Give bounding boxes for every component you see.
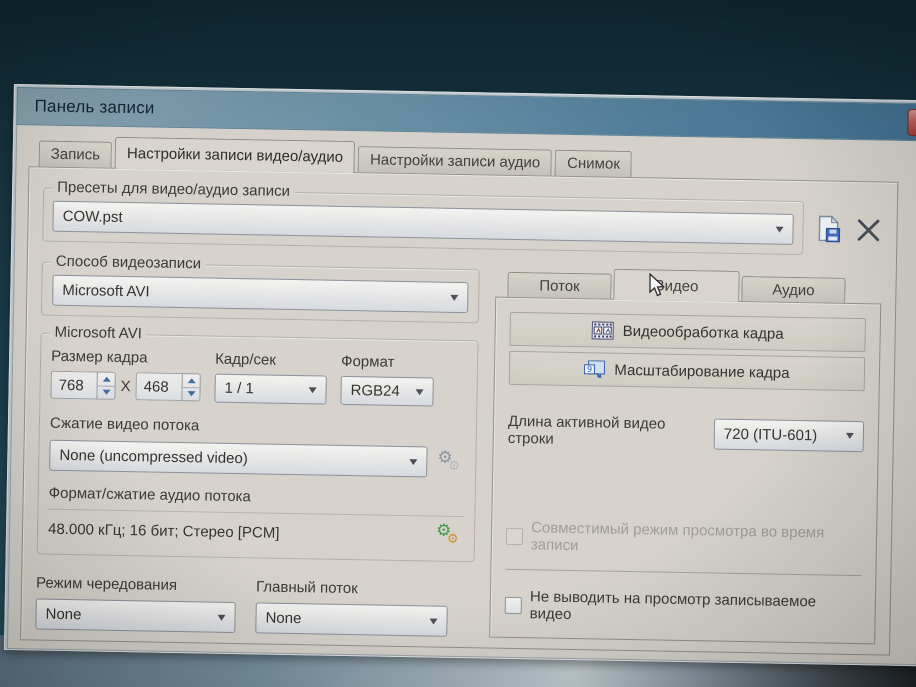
arrow-down-icon xyxy=(187,391,195,396)
frame-scaling-label: Масштабирование кадра xyxy=(614,361,790,381)
chevron-down-icon xyxy=(429,618,437,624)
interleave-mode-label: Режим чередования xyxy=(36,574,236,595)
audio-codec-config-button[interactable]: ⚙ ⚙ xyxy=(436,523,464,549)
frame-processing-label: Видеообработка кадра xyxy=(623,322,784,342)
video-codec-config-button[interactable]: ⚙ ⚙ xyxy=(437,449,465,475)
preset-value: COW.pst xyxy=(62,208,769,238)
main-stream-combobox[interactable]: None xyxy=(255,602,448,636)
record-method-groupbox: Способ видеозаписи Microsoft AVI xyxy=(41,262,480,324)
frame-height-stepper[interactable] xyxy=(181,373,200,401)
tab-stream[interactable]: Поток xyxy=(507,272,611,299)
frame-scaling-button[interactable]: 9 Масштабирование кадра xyxy=(509,351,866,391)
preset-group-label: Пресеты для видео/аудио записи xyxy=(52,179,295,200)
recording-panel-window: Панель записи Запись Настройки записи ви… xyxy=(4,84,916,666)
record-method-label: Способ видеозаписи xyxy=(51,253,207,273)
avi-group-label: Microsoft AVI xyxy=(49,324,147,343)
frame-height-value: 468 xyxy=(144,378,169,395)
arrow-down-icon xyxy=(102,390,110,395)
tab-audio[interactable]: Аудио xyxy=(741,276,845,303)
preset-combobox[interactable]: COW.pst xyxy=(52,201,793,245)
film-strip-icon xyxy=(592,321,614,339)
tab-video-audio-settings[interactable]: Настройки записи видео/аудио xyxy=(115,137,356,173)
active-line-length-combobox[interactable]: 720 (ITU-601) xyxy=(714,418,865,452)
record-method-value: Microsoft AVI xyxy=(62,282,444,306)
audio-format-label: Формат/сжатие аудио потока xyxy=(49,485,251,506)
active-line-length-label: Длина активной видео строки xyxy=(508,413,715,451)
no-preview-checkbox[interactable] xyxy=(505,596,522,613)
frame-height-field[interactable]: 468 xyxy=(135,372,181,401)
close-button[interactable] xyxy=(907,109,916,137)
frame-processing-button[interactable]: Видеообработка кадра xyxy=(509,312,866,352)
frame-width-field[interactable]: 768 xyxy=(50,371,96,400)
fps-combobox[interactable]: 1 / 1 xyxy=(214,374,326,405)
interleave-mode-combobox[interactable]: None xyxy=(35,598,236,633)
arrow-up-icon xyxy=(187,378,195,383)
chevron-down-icon xyxy=(217,614,225,620)
gear-icon: ⚙ xyxy=(448,459,460,472)
interleave-mode-value: None xyxy=(45,606,211,626)
chevron-down-icon xyxy=(846,433,854,439)
frame-scaling-icon: 9 xyxy=(584,360,605,378)
chevron-down-icon xyxy=(409,459,417,465)
spin-up-button[interactable] xyxy=(183,374,200,387)
record-method-combobox[interactable]: Microsoft AVI xyxy=(52,275,468,313)
tab-snapshot[interactable]: Снимок xyxy=(555,150,632,177)
arrow-up-icon xyxy=(102,376,110,381)
format-value: RGB24 xyxy=(350,382,409,400)
format-label: Формат xyxy=(341,353,434,372)
delete-preset-button[interactable] xyxy=(854,215,882,243)
spin-up-button[interactable] xyxy=(98,373,115,386)
chevron-down-icon xyxy=(416,389,424,395)
video-audio-settings-page: Пресеты для видео/аудио записи COW.pst xyxy=(20,166,898,655)
format-combobox[interactable]: RGB24 xyxy=(340,376,434,407)
svg-text:9: 9 xyxy=(587,365,592,374)
chevron-down-icon xyxy=(775,226,783,232)
avi-groupbox: Microsoft AVI Размер кадра 768 xyxy=(37,333,479,563)
video-tab-panel: Видеообработка кадра 9 Масштабирование к… xyxy=(489,297,881,645)
fps-value: 1 / 1 xyxy=(224,380,302,398)
separator xyxy=(505,569,861,576)
tab-record[interactable]: Запись xyxy=(39,140,113,167)
frame-width-stepper[interactable] xyxy=(96,372,115,400)
chevron-down-icon xyxy=(450,294,458,300)
dialog-client-area: Запись Настройки записи видео/аудио Наст… xyxy=(7,125,916,665)
main-stream-value: None xyxy=(265,610,423,630)
no-preview-label: Не выводить на просмотр записываемое вид… xyxy=(529,588,861,628)
main-stream-label: Главный поток xyxy=(256,578,448,598)
spin-down-button[interactable] xyxy=(182,387,199,401)
preset-groupbox: Пресеты для видео/аудио записи COW.pst xyxy=(42,188,804,256)
window-title: Панель записи xyxy=(34,96,154,118)
video-compression-label: Сжатие видео потока xyxy=(50,415,200,435)
video-compression-combobox[interactable]: None (uncompressed video) xyxy=(49,440,427,478)
gear-icon: ⚙ xyxy=(447,533,459,546)
video-compression-value: None (uncompressed video) xyxy=(59,447,403,470)
delete-x-icon xyxy=(854,215,882,243)
frame-size-label: Размер кадра xyxy=(51,348,201,368)
fps-label: Кадр/сек xyxy=(215,351,327,370)
compat-preview-checkbox[interactable] xyxy=(506,527,523,544)
no-preview-checkbox-row: Не выводить на просмотр записываемое вид… xyxy=(505,588,862,628)
active-line-length-value: 720 (ITU-601) xyxy=(724,425,840,444)
size-separator: X xyxy=(120,377,130,394)
audio-format-value: 48.000 кГц; 16 бит; Стерео [PCM] xyxy=(48,520,426,544)
save-preset-button[interactable] xyxy=(815,214,843,243)
compat-preview-checkbox-row: Совместимый режим просмотра во время зап… xyxy=(506,519,863,559)
tab-audio-settings[interactable]: Настройки записи аудио xyxy=(358,146,553,175)
frame-width-value: 768 xyxy=(59,376,84,393)
save-preset-icon xyxy=(815,214,843,243)
chevron-down-icon xyxy=(309,387,317,393)
compat-preview-label: Совместимый режим просмотра во время зап… xyxy=(531,519,863,559)
tab-video[interactable]: Видео xyxy=(613,269,740,302)
spin-down-button[interactable] xyxy=(97,385,114,399)
